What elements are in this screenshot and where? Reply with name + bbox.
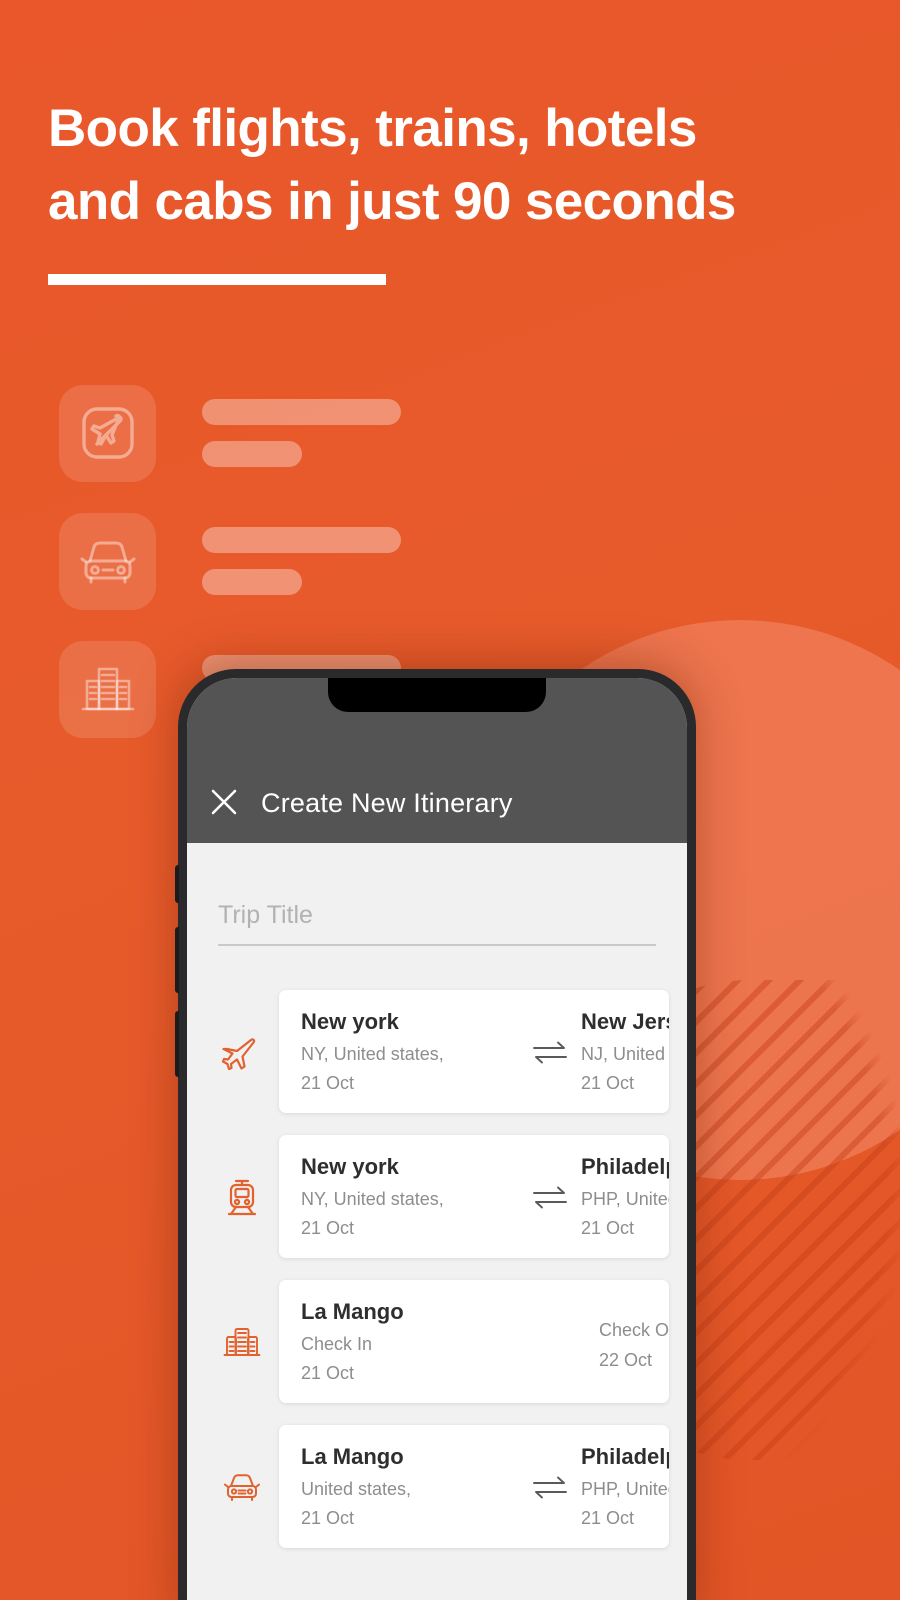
- phone-notch: [328, 678, 546, 712]
- trip-title-input[interactable]: Trip Title: [218, 901, 656, 930]
- origin-sub: NY, United states,: [301, 1043, 444, 1064]
- close-icon[interactable]: [187, 785, 261, 819]
- itinerary-card[interactable]: New york NY, United states, 21 Oct New J…: [279, 990, 669, 1113]
- plane-icon: [205, 1031, 279, 1073]
- checkin-label: Check In: [301, 1333, 373, 1354]
- destination-sub: PHP, United states,: [581, 1188, 669, 1209]
- swap-icon[interactable]: [519, 1039, 581, 1065]
- phone-volume-up-button[interactable]: [175, 927, 179, 993]
- destination-date: 21 Oct: [581, 1073, 635, 1094]
- origin-name: New york: [301, 1009, 399, 1035]
- phone-silent-switch[interactable]: [175, 865, 179, 903]
- checkout-date: 22 Oct: [599, 1349, 653, 1370]
- itinerary-card[interactable]: La Mango Check In 21 Oct Check O 22 Oct: [279, 1280, 669, 1403]
- itinerary-row-cab[interactable]: La Mango United states, 21 Oct Philadel p…: [205, 1425, 669, 1548]
- itinerary-row-hotel[interactable]: La Mango Check In 21 Oct Check O 22 Oct: [205, 1280, 669, 1403]
- checkout-leg[interactable]: Check Out 22 Oct: [599, 1312, 669, 1371]
- checkin-leg[interactable]: La Mango Check In 21 Oct: [301, 1298, 537, 1385]
- checkin-date: 21 Oct: [301, 1363, 355, 1384]
- origin-sub: United states,: [301, 1478, 412, 1499]
- feature-row-flight: [59, 369, 459, 497]
- plane-icon: [59, 384, 156, 482]
- skeleton-bar-short: [202, 569, 302, 595]
- car-icon: [205, 1466, 279, 1508]
- hero-headline-block: Book flights, trains, hotels and cabs in…: [48, 92, 838, 286]
- itinerary-card[interactable]: New york NY, United states, 21 Oct Phila…: [279, 1135, 669, 1258]
- destination-sub: NJ, United states,: [581, 1043, 669, 1064]
- car-icon: [59, 512, 156, 610]
- headline-underline-rule: [48, 274, 386, 286]
- headline-line-1: Book flights, trains, hotels: [48, 99, 697, 158]
- destination-name: Philadelphia AP: [581, 1444, 669, 1470]
- origin-leg[interactable]: La Mango United states, 21 Oct: [301, 1443, 519, 1530]
- destination-leg[interactable]: Philadelphia AP PHP, United states, 21 O…: [581, 1443, 669, 1530]
- hotel-name: La Mango: [301, 1299, 404, 1325]
- origin-sub: NY, United states,: [301, 1188, 444, 1209]
- destination-date: 21 Oct: [581, 1218, 635, 1239]
- building-icon: [205, 1321, 279, 1363]
- origin-date: 21 Oct: [301, 1218, 355, 1239]
- phone-mockup: Create New Itinerary Trip Title New york…: [175, 669, 696, 1600]
- destination-leg[interactable]: New Jersey NJ, United states, 21 Oct: [581, 1008, 669, 1095]
- origin-name: New york: [301, 1154, 399, 1180]
- itinerary-list: New york NY, United states, 21 Oct New J…: [205, 990, 669, 1548]
- skeleton-bar-long: [202, 527, 401, 553]
- swap-icon[interactable]: [519, 1474, 581, 1500]
- itinerary-row-train[interactable]: New york NY, United states, 21 Oct Phila…: [205, 1135, 669, 1258]
- headline-line-2: and cabs in just 90 seconds: [48, 172, 736, 232]
- origin-leg[interactable]: New york NY, United states, 21 Oct: [301, 1153, 519, 1240]
- building-icon: [59, 640, 156, 738]
- origin-leg[interactable]: New york NY, United states, 21 Oct: [301, 1008, 519, 1095]
- destination-sub: PHP, United states,: [581, 1478, 669, 1499]
- origin-date: 21 Oct: [301, 1508, 355, 1529]
- checkout-label: Check Out: [599, 1320, 669, 1340]
- skeleton-bar-short: [202, 441, 302, 467]
- origin-date: 21 Oct: [301, 1073, 355, 1094]
- skeleton-bar-long: [202, 399, 401, 425]
- destination-leg[interactable]: Philadelphia PHP, United states, 21 Oct: [581, 1153, 669, 1240]
- swap-icon[interactable]: [519, 1184, 581, 1210]
- phone-screen: Create New Itinerary Trip Title New york…: [187, 678, 687, 1600]
- feature-row-cab: [59, 497, 459, 625]
- itinerary-row-flight[interactable]: New york NY, United states, 21 Oct New J…: [205, 990, 669, 1113]
- feature-skeleton-bars: [202, 527, 459, 595]
- screen-content: Trip Title New york NY, United states, 2…: [187, 901, 687, 1600]
- page-title: Create New Itinerary: [261, 788, 513, 818]
- origin-name: La Mango: [301, 1444, 404, 1470]
- trip-title-field[interactable]: Trip Title: [218, 901, 656, 946]
- phone-volume-down-button[interactable]: [175, 1011, 179, 1077]
- itinerary-card[interactable]: La Mango United states, 21 Oct Philadel p…: [279, 1425, 669, 1548]
- destination-date: 21 Oct: [581, 1508, 635, 1529]
- feature-skeleton-bars: [202, 399, 459, 467]
- destination-name: Philadelphia: [581, 1154, 669, 1180]
- train-icon: [205, 1176, 279, 1218]
- destination-name: New Jersey: [581, 1009, 669, 1035]
